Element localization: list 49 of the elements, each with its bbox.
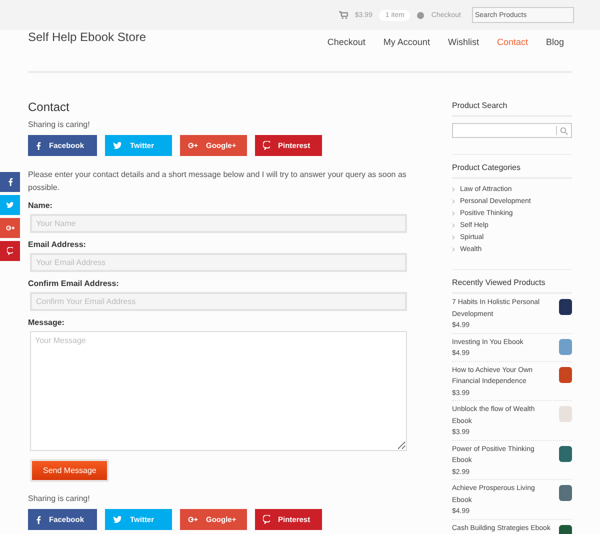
page-title: Contact [28, 100, 70, 114]
widget-title: Recently Viewed Products [452, 269, 572, 294]
nav-link[interactable]: Wishlist [448, 37, 479, 47]
bird-icon [113, 516, 122, 523]
facebook-icon [36, 516, 41, 524]
google-plus-icon [6, 225, 14, 231]
bird-icon [6, 202, 14, 208]
nav-link[interactable]: My Account [383, 37, 430, 47]
widget-title: Product Search [452, 101, 572, 117]
field-label: Name: [28, 201, 54, 210]
floating-share-button[interactable] [0, 172, 20, 192]
product-thumbnail[interactable] [559, 406, 572, 422]
input-field[interactable]: Your Name [30, 214, 407, 233]
chevron-icon [452, 222, 455, 228]
input-field[interactable]: Your Email Address [30, 253, 407, 272]
field-label: Email Address: [28, 240, 87, 249]
message-field[interactable]: Your Message [30, 331, 407, 451]
chevron-icon [452, 246, 455, 252]
facebook-icon [8, 178, 12, 186]
floating-share-button[interactable] [0, 218, 20, 238]
widget-title: Product Categories [452, 154, 572, 179]
nav-link[interactable]: Checkout [327, 37, 366, 47]
intro-text: Please enter your contact details and a short message below and I will try to answer your query as soon as possible. [28, 169, 407, 194]
field-label: Confirm Email Address: [28, 279, 120, 288]
chevron-icon [452, 210, 455, 216]
facebook-icon [36, 142, 41, 150]
bird-icon [113, 142, 122, 149]
nav-link[interactable]: Blog [546, 37, 564, 47]
send-button[interactable]: Send Message [30, 459, 110, 482]
search-icon [560, 126, 568, 134]
chevron-icon [452, 186, 455, 192]
cart-icon[interactable] [338, 11, 348, 19]
google-plus-icon [188, 142, 198, 149]
share-caption: Sharing is caring! [28, 120, 91, 129]
floating-share-button[interactable] [0, 241, 20, 261]
share-caption: Sharing is caring! [28, 494, 91, 503]
product-thumbnail[interactable] [559, 485, 572, 501]
product-search-field[interactable] [452, 123, 572, 138]
product-thumbnail[interactable] [559, 446, 572, 462]
chevron-icon [452, 234, 455, 240]
product-thumbnail[interactable] [559, 338, 572, 354]
product-thumbnail[interactable] [559, 366, 572, 382]
field-label: Message: [28, 318, 66, 327]
site-title[interactable]: Self Help Ebook Store [28, 30, 146, 44]
chevron-icon [452, 198, 455, 204]
product-thumbnail[interactable] [559, 299, 572, 315]
google-plus-icon [188, 516, 198, 523]
checkout-icon [417, 12, 424, 18]
input-field[interactable]: Confirm Your Email Address [30, 292, 407, 311]
